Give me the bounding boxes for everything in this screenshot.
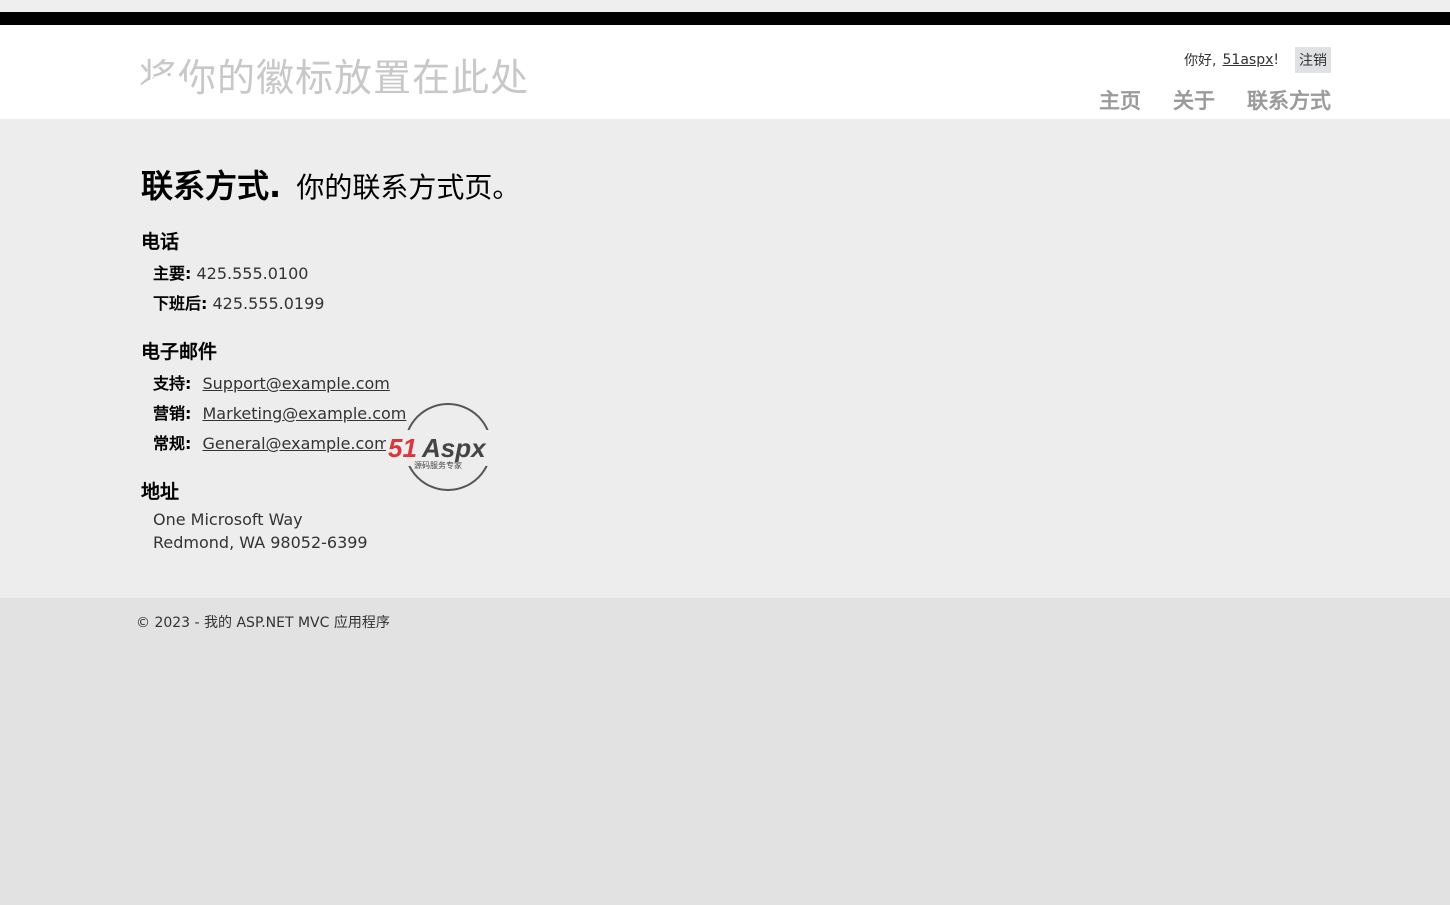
- phone-value: 425.555.0199: [212, 294, 325, 313]
- email-row-support: 支持: Support@example.com: [153, 370, 390, 394]
- phone-label: 主要:: [153, 264, 192, 283]
- top-black-bar: [0, 12, 1450, 25]
- top-strip: [0, 0, 1450, 12]
- address-line-2: Redmond, WA 98052-6399: [153, 533, 368, 552]
- email-row-general: 常规: General@example.com: [153, 430, 390, 454]
- phone-heading: 电话: [141, 231, 180, 253]
- site-footer: © 2023 - 我的 ASP.NET MVC 应用程序: [0, 598, 1450, 905]
- address-line-1: One Microsoft Way: [153, 510, 303, 529]
- address-heading: 地址: [141, 481, 180, 503]
- phone-row-after-hours: 下班后: 425.555.0199: [153, 290, 324, 314]
- watermark-tagline: 源码服务专家: [414, 460, 462, 470]
- watermark-text: Aspx: [421, 433, 487, 463]
- phone-row-main: 主要: 425.555.0100: [153, 260, 308, 284]
- email-label: 支持:: [153, 374, 192, 393]
- email-link-marketing[interactable]: Marketing@example.com: [203, 404, 407, 423]
- logout-link[interactable]: 注销: [1295, 47, 1331, 73]
- email-row-marketing: 营销: Marketing@example.com: [153, 400, 406, 424]
- 51aspx-watermark-logo: 51 Aspx 源码服务专家: [386, 403, 512, 491]
- copyright-text: © 2023 - 我的 ASP.NET MVC 应用程序: [136, 615, 390, 631]
- phone-value: 425.555.0100: [196, 264, 309, 283]
- email-link-support[interactable]: Support@example.com: [203, 374, 390, 393]
- page-title-main: 联系方式.: [141, 167, 282, 205]
- watermark-number: 51: [388, 433, 417, 463]
- page-subtitle: 你的联系方式页。: [296, 171, 521, 204]
- email-label: 营销:: [153, 404, 192, 423]
- login-display: 你好, 51aspx ! 注销: [1184, 47, 1331, 73]
- greeting-exclamation: !: [1273, 52, 1279, 68]
- main-content: 联系方式. 你的联系方式页。 电话 主要: 425.555.0100 下班后: …: [0, 119, 1450, 598]
- nav-contact[interactable]: 联系方式: [1247, 85, 1331, 115]
- nav-about[interactable]: 关于: [1173, 85, 1215, 115]
- email-heading: 电子邮件: [141, 341, 218, 363]
- main-nav: 主页 关于 联系方式: [1099, 85, 1331, 115]
- username-link[interactable]: 51aspx: [1223, 52, 1274, 68]
- greeting-text: 你好,: [1184, 53, 1217, 69]
- site-header: 将你的徽标放置在此处 你好, 51aspx ! 注销 主页 关于 联系方式: [0, 25, 1450, 119]
- nav-home[interactable]: 主页: [1099, 85, 1141, 115]
- email-link-general[interactable]: General@example.com: [203, 434, 390, 453]
- email-label: 常规:: [153, 434, 192, 453]
- phone-label: 下班后:: [153, 294, 208, 313]
- page-title: 联系方式. 你的联系方式页。: [141, 161, 520, 207]
